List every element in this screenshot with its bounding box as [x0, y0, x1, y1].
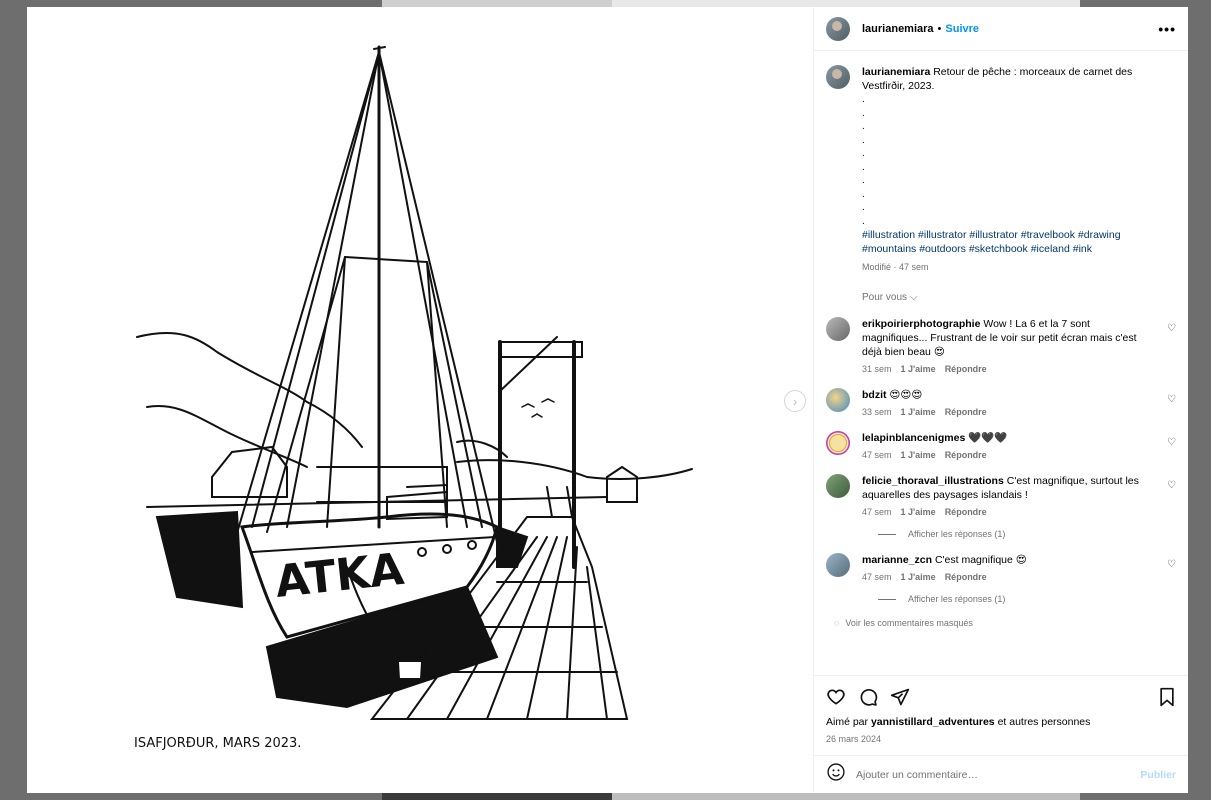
heart-icon[interactable]: ♡ [1167, 323, 1176, 334]
background-strip [612, 0, 1080, 7]
drawing-signature: ISAFJORÐUR, MARS 2023. [134, 736, 301, 751]
separator-dot: • [937, 22, 942, 35]
more-options-icon[interactable]: ••• [1158, 21, 1176, 37]
reply-button[interactable]: Répondre [945, 507, 987, 517]
comment-time: 47 sem [862, 450, 892, 460]
avatar[interactable] [826, 474, 850, 498]
liked-by-user[interactable]: yannistillard_adventures [871, 716, 995, 728]
comment: marianne_zcn C'est magnifique 😍 47 sem 1 … [826, 553, 1176, 582]
like-heart-icon[interactable] [826, 687, 846, 707]
post-header: laurianemiara • Suivre ••• [814, 7, 1188, 51]
liked-by: Aimé par yannistillard_adventures et aut… [826, 716, 1091, 728]
comment: erikpoirierphotographie Wow ! La 6 et la… [826, 317, 1176, 374]
avatar[interactable] [826, 65, 850, 89]
post-image: ATKA ISAFJORÐUR, MARS 2023. › [27, 7, 813, 793]
author-username[interactable]: laurianemiara [862, 23, 934, 35]
comment-username[interactable]: felicie_thoraval_illustrations [862, 475, 1004, 487]
post-actions: Aimé par yannistillard_adventures et aut… [814, 675, 1188, 755]
bookmark-icon[interactable] [1158, 687, 1176, 707]
comment: bdzit 😍😍😍 33 sem 1 J'aime Répondre ♡ [826, 388, 1176, 417]
caption-username[interactable]: laurianemiara [862, 66, 930, 78]
background-strip [382, 793, 612, 800]
comment-username[interactable]: marianne_zcn [862, 554, 932, 566]
chevron-down-icon: ⌵ [909, 292, 918, 303]
comment-likes[interactable]: 1 J'aime [901, 572, 936, 582]
avatar[interactable] [826, 16, 850, 41]
reply-button[interactable]: Répondre [945, 364, 987, 374]
next-image-button[interactable]: › [784, 390, 806, 412]
hidden-comments-label: Voir les commentaires masqués [845, 618, 973, 628]
post-modal: ATKA ISAFJORÐUR, MARS 2023. › laurianemi… [27, 7, 1188, 793]
boat-name-text: ATKA [273, 544, 406, 608]
comment-username[interactable]: erikpoirierphotographie [862, 318, 980, 330]
ink-drawing-boat: ATKA ISAFJORÐUR, MARS 2023. [134, 45, 693, 751]
comment-text: C'est magnifique 😍 [934, 554, 1027, 566]
comment-icon[interactable] [858, 687, 878, 707]
caption-meta: Modifié · 47 sem [862, 262, 929, 272]
caption: laurianemiara Retour de pêche : morceaux… [826, 65, 1176, 274]
post-date: 26 mars 2024 [826, 734, 882, 744]
comment-text: 🖤🖤🖤 [968, 432, 1008, 444]
heart-icon[interactable]: ♡ [1167, 559, 1176, 570]
reply-button[interactable]: Répondre [945, 450, 987, 460]
hashtags-line[interactable]: #illustration #illustrator #illustrator … [862, 228, 1176, 242]
hashtags-line[interactable]: #mountains #outdoors #sketchbook #icelan… [862, 242, 1176, 256]
avatar[interactable] [826, 317, 850, 341]
comment-time: 33 sem [862, 407, 892, 417]
comment-time: 47 sem [862, 507, 892, 517]
comment: lelapinblancenigmes 🖤🖤🖤 47 sem 1 J'aime Ré… [826, 431, 1176, 460]
comments-scroll-area[interactable]: laurianemiara Retour de pêche : morceaux… [814, 51, 1188, 675]
background-strip [382, 0, 612, 7]
heart-icon[interactable]: ♡ [1167, 437, 1176, 448]
add-comment-bar: Ajouter un commentaire… Publier [814, 755, 1188, 793]
heart-icon[interactable]: ♡ [1167, 394, 1176, 405]
comment-text: 😍😍😍 [889, 389, 923, 401]
comment-likes[interactable]: 1 J'aime [901, 450, 936, 460]
publish-button[interactable]: Publier [1140, 769, 1176, 781]
comment-time: 47 sem [862, 572, 892, 582]
avatar[interactable] [826, 431, 850, 455]
comment-likes[interactable]: 1 J'aime [901, 407, 936, 417]
emoji-icon[interactable] [826, 762, 846, 787]
background-strip [612, 793, 1080, 800]
post-side-panel: laurianemiara • Suivre ••• laurianemiara… [813, 7, 1188, 793]
show-hidden-comments[interactable]: ◌ Voir les commentaires masqués [834, 618, 1176, 628]
comment-likes[interactable]: 1 J'aime [901, 507, 936, 517]
view-replies-button[interactable]: Afficher les réponses (1) [878, 594, 1176, 604]
comment-time: 31 sem [862, 364, 892, 374]
eye-slash-icon: ◌ [834, 618, 840, 628]
comment-username[interactable]: bdzit [862, 389, 887, 401]
reply-button[interactable]: Répondre [945, 407, 987, 417]
for-you-dropdown[interactable]: Pour vous ⌵ [862, 292, 1176, 303]
avatar[interactable] [826, 388, 850, 412]
share-icon[interactable] [890, 687, 910, 707]
comment-likes[interactable]: 1 J'aime [901, 364, 936, 374]
comment: felicie_thoraval_illustrations C'est mag… [826, 474, 1176, 517]
comment-input[interactable]: Ajouter un commentaire… [856, 769, 1140, 781]
reply-button[interactable]: Répondre [945, 572, 987, 582]
heart-icon[interactable]: ♡ [1167, 480, 1176, 491]
comment-username[interactable]: lelapinblancenigmes [862, 432, 965, 444]
follow-button[interactable]: Suivre [945, 23, 979, 35]
caption-dots: . . . . . . . . . . [862, 94, 865, 227]
avatar[interactable] [826, 553, 850, 577]
view-replies-button[interactable]: Afficher les réponses (1) [878, 529, 1176, 539]
